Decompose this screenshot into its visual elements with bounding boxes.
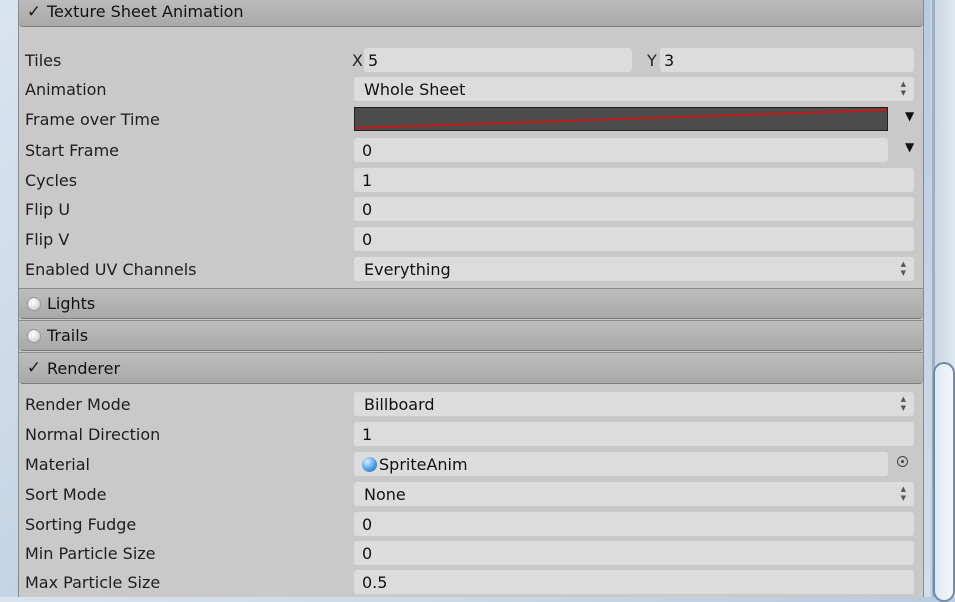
start-frame-field[interactable]: 0 — [354, 138, 888, 162]
toggle-off-icon[interactable] — [27, 328, 41, 343]
tiles-y-field[interactable]: 3 — [660, 48, 914, 72]
animation-dropdown[interactable]: Whole Sheet ▲ ▼ — [354, 77, 914, 101]
flip-v-field[interactable]: 0 — [354, 227, 914, 251]
frame-over-time-label: Frame over Time — [25, 110, 160, 129]
start-frame-value: 0 — [362, 140, 373, 160]
animation-value: Whole Sheet — [364, 79, 466, 99]
flip-v-row: Flip V 0 — [19, 225, 923, 254]
tiles-label: Tiles — [25, 51, 62, 70]
uv-channels-row: Enabled UV Channels Everything ▲ ▼ — [19, 255, 923, 284]
uv-channels-dropdown[interactable]: Everything ▲ ▼ — [354, 257, 914, 281]
tiles-x-value: 5 — [368, 50, 379, 70]
frame-over-time-curve[interactable] — [354, 107, 888, 131]
tiles-row: Tiles X 5 Y 3 — [19, 46, 923, 75]
max-particle-size-value: 0.5 — [362, 572, 388, 592]
animation-label: Animation — [25, 80, 107, 99]
sorting-fudge-field[interactable]: 0 — [354, 512, 914, 536]
flip-u-value: 0 — [362, 199, 373, 219]
start-frame-dropdown-icon[interactable]: ▼ — [905, 140, 923, 154]
tiles-x-field[interactable]: 5 — [364, 48, 632, 72]
updown-arrows-icon: ▲ ▼ — [900, 80, 906, 97]
render-mode-label: Render Mode — [25, 395, 131, 414]
sorting-fudge-label: Sorting Fudge — [25, 515, 137, 534]
inspector-panel: ✓ Texture Sheet Animation Tiles X 5 Y 3 … — [18, 0, 924, 597]
normal-direction-value: 1 — [362, 424, 373, 444]
check-icon[interactable]: ✓ — [25, 2, 43, 22]
lights-header[interactable]: Lights — [19, 288, 923, 319]
check-icon[interactable]: ✓ — [25, 358, 43, 378]
uv-channels-value: Everything — [364, 259, 451, 279]
material-value: SpriteAnim — [379, 454, 468, 474]
texture-sheet-animation-header[interactable]: ✓ Texture Sheet Animation — [19, 0, 923, 27]
normal-direction-label: Normal Direction — [25, 425, 161, 444]
sort-mode-dropdown[interactable]: None ▲ ▼ — [354, 482, 914, 506]
normal-direction-field[interactable]: 1 — [354, 422, 914, 446]
section-title: Trails — [47, 326, 89, 345]
curve-line — [355, 109, 887, 129]
max-particle-size-row: Max Particle Size 0.5 — [19, 568, 923, 597]
flip-v-label: Flip V — [25, 230, 70, 249]
curve-graph — [355, 109, 887, 129]
max-particle-size-label: Max Particle Size — [25, 573, 161, 592]
sort-mode-value: None — [364, 484, 406, 504]
normal-direction-row: Normal Direction 1 — [19, 420, 923, 449]
min-particle-size-label: Min Particle Size — [25, 544, 156, 563]
min-particle-size-field[interactable]: 0 — [354, 541, 914, 565]
curve-dropdown-icon[interactable]: ▼ — [905, 109, 923, 123]
flip-u-field[interactable]: 0 — [354, 197, 914, 221]
animation-row: Animation Whole Sheet ▲ ▼ — [19, 75, 923, 104]
cycles-row: Cycles 1 — [19, 166, 923, 195]
material-sphere-icon — [362, 456, 377, 472]
start-frame-label: Start Frame — [25, 141, 120, 160]
sort-mode-label: Sort Mode — [25, 485, 107, 504]
updown-arrows-icon: ▲ ▼ — [900, 485, 906, 502]
tiles-xy: X 5 Y 3 — [352, 48, 914, 72]
updown-arrows-icon: ▲ ▼ — [900, 260, 906, 277]
flip-u-label: Flip U — [25, 200, 71, 219]
cycles-value: 1 — [362, 170, 373, 190]
cycles-field[interactable]: 1 — [354, 168, 914, 192]
material-label: Material — [25, 455, 90, 474]
tiles-y-label: Y — [647, 51, 657, 70]
section-title: Renderer — [47, 358, 121, 378]
object-picker-icon[interactable] — [897, 456, 908, 467]
uv-channels-label: Enabled UV Channels — [25, 260, 197, 279]
render-mode-row: Render Mode Billboard ▲ ▼ — [19, 390, 923, 419]
render-mode-dropdown[interactable]: Billboard ▲ ▼ — [354, 392, 914, 416]
material-object-field[interactable]: SpriteAnim — [354, 452, 908, 476]
sorting-fudge-row: Sorting Fudge 0 — [19, 510, 923, 539]
toggle-off-icon[interactable] — [27, 296, 41, 311]
material-row: Material SpriteAnim — [19, 450, 923, 479]
flip-u-row: Flip U 0 — [19, 195, 923, 224]
updown-arrows-icon: ▲ ▼ — [900, 395, 906, 412]
cycles-label: Cycles — [25, 171, 78, 190]
trails-header[interactable]: Trails — [19, 320, 923, 351]
tiles-y-value: 3 — [664, 50, 675, 70]
sorting-fudge-value: 0 — [362, 514, 373, 534]
flip-v-value: 0 — [362, 229, 373, 249]
section-title: Texture Sheet Animation — [47, 2, 244, 21]
scrollbar-thumb[interactable] — [933, 362, 955, 602]
section-title: Lights — [47, 294, 96, 313]
frame-over-time-row: Frame over Time ▼ — [19, 105, 923, 134]
sort-mode-row: Sort Mode None ▲ ▼ — [19, 480, 923, 509]
max-particle-size-field[interactable]: 0.5 — [354, 570, 914, 594]
renderer-header[interactable]: ✓ Renderer — [19, 352, 923, 384]
min-particle-size-row: Min Particle Size 0 — [19, 539, 923, 568]
start-frame-row: Start Frame 0 ▼ — [19, 136, 923, 165]
min-particle-size-value: 0 — [362, 543, 373, 563]
render-mode-value: Billboard — [364, 394, 435, 414]
tiles-x-label: X — [352, 51, 363, 70]
